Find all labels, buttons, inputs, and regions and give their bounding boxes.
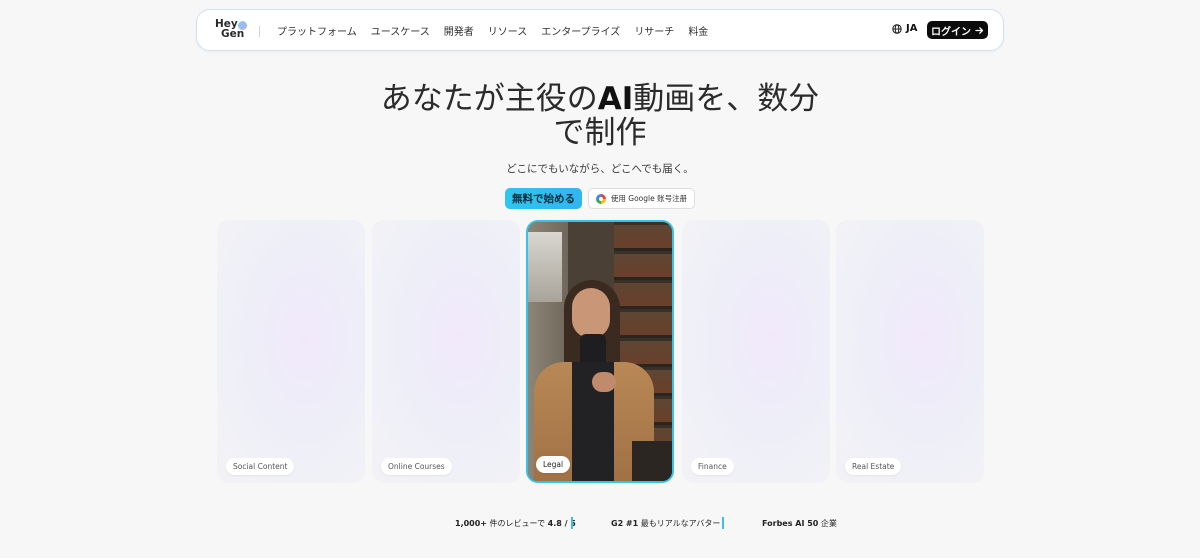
arrow-right-icon xyxy=(975,26,984,34)
hero-title-part1: あなたが主役の xyxy=(380,81,598,117)
card-real-estate[interactable]: Real Estate xyxy=(836,220,984,483)
stat-g2: G2 #1 最もリアルなアバター xyxy=(611,518,720,529)
stat-forbes-text: 企業 xyxy=(818,519,837,528)
login-label: ログイン xyxy=(931,26,971,38)
avatar-face xyxy=(572,288,610,338)
login-button[interactable]: ログイン xyxy=(927,21,988,39)
card-tag: Social Content xyxy=(226,458,295,475)
nav-link-enterprise[interactable]: エンタープライズ xyxy=(541,23,620,38)
stat-forbes-name: Forbes AI 50 xyxy=(762,519,819,528)
avatar-hand xyxy=(592,372,616,392)
hero-title-part2: 動画を、数分 xyxy=(633,81,820,117)
nav-divider xyxy=(259,26,260,37)
stat-reviews-count: 1,000+ xyxy=(455,519,488,528)
stat-reviews: 1,000+ 件のレビューで 4.8 / 5 xyxy=(455,518,576,529)
nav-link-platform[interactable]: プラットフォーム xyxy=(277,23,357,38)
nav-link-use-cases[interactable]: ユースケース xyxy=(371,23,430,38)
card-finance[interactable]: Finance xyxy=(682,220,830,483)
card-tag: Finance xyxy=(691,458,734,475)
nav-link-pricing[interactable]: 料金 xyxy=(688,23,708,38)
card-online-courses[interactable]: Online Courses xyxy=(372,220,520,483)
heygen-logo[interactable]: Hey Gen xyxy=(215,19,249,41)
stat-divider xyxy=(722,517,724,529)
google-signup-label: 使用 Google 账号注册 xyxy=(610,194,688,203)
stat-forbes: Forbes AI 50 企業 xyxy=(762,518,837,529)
hero-title: あなたが主役のAI動画を、数分 で制作 xyxy=(340,82,860,150)
stat-reviews-text: 件のレビューで xyxy=(487,519,548,528)
hero-subtitle: どこにでもいながら、どこへでも届く。 xyxy=(506,163,694,175)
card-social-content[interactable]: Social Content xyxy=(217,220,365,483)
top-nav: Hey Gen プラットフォーム ユースケース 開発者 リソース エンタープライ… xyxy=(196,9,1004,51)
stat-divider xyxy=(571,517,573,529)
nav-link-research[interactable]: リサーチ xyxy=(634,23,674,38)
hero-title-ai: AI xyxy=(597,81,634,117)
start-free-button[interactable]: 無料で始める xyxy=(505,188,582,209)
social-proof-bar: 1,000+ 件のレビューで 4.8 / 5 G2 #1 最もリアルなアバター … xyxy=(400,517,880,531)
language-selector[interactable]: JA xyxy=(892,23,917,34)
nav-link-resources[interactable]: リソース xyxy=(488,23,528,38)
card-tag: Online Courses xyxy=(381,458,452,475)
card-legal-video[interactable]: Legal xyxy=(526,220,674,483)
logo-line2: Gen xyxy=(221,28,245,40)
page: Hey Gen プラットフォーム ユースケース 開発者 リソース エンタープライ… xyxy=(0,0,1200,558)
google-signup-button[interactable]: 使用 Google 账号注册 xyxy=(588,188,695,209)
language-label: JA xyxy=(906,23,918,34)
card-tag: Legal xyxy=(536,456,571,473)
stat-g2-rank: G2 #1 xyxy=(611,519,639,528)
nav-links: プラットフォーム ユースケース 開発者 リソース エンタープライズ リサーチ 料… xyxy=(277,10,708,50)
video-bg-window xyxy=(528,232,562,302)
logo-mark-icon xyxy=(238,21,247,30)
globe-icon xyxy=(892,23,902,34)
video-bg-desk xyxy=(632,441,672,481)
card-tag: Real Estate xyxy=(845,458,902,475)
hero-title-line2: で制作 xyxy=(553,115,647,151)
nav-link-developers[interactable]: 開発者 xyxy=(444,23,474,38)
google-icon xyxy=(595,193,606,204)
stat-g2-text: 最もリアルなアバター xyxy=(638,519,721,528)
